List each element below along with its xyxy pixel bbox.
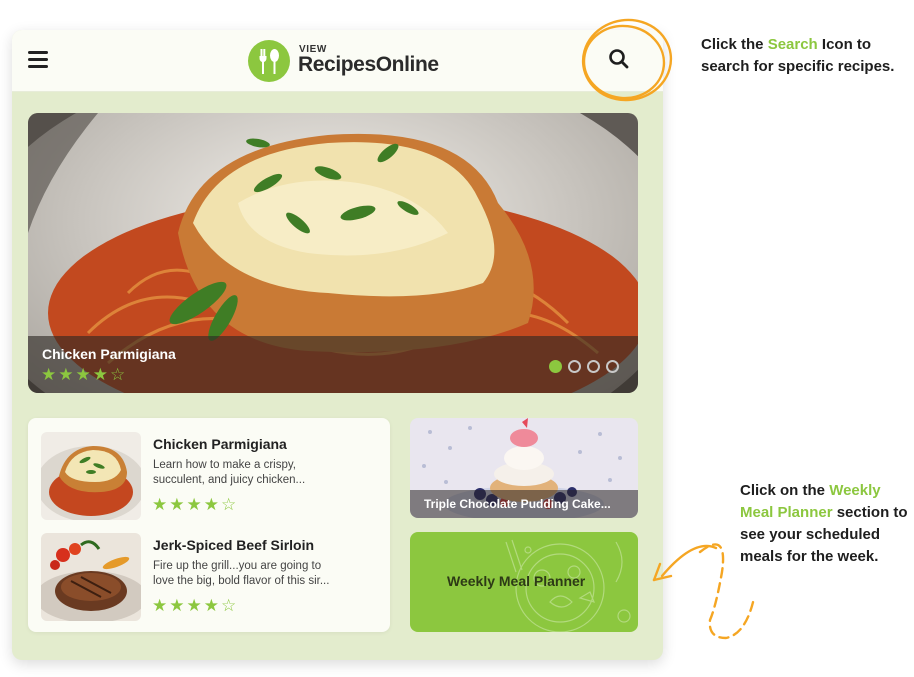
planner-tip-annotation: Click on the Weekly Meal Planner section… (740, 480, 914, 568)
annotation-text: Click on the (740, 482, 830, 499)
planner-arrow (660, 544, 718, 578)
annotation-doodles (581, 18, 756, 640)
search-highlight-circle (581, 18, 673, 102)
annotation-highlight: Search (767, 36, 818, 53)
search-tip-annotation: Click the Search Icon to search for spec… (701, 34, 901, 78)
annotation-text: Click the (701, 36, 768, 53)
